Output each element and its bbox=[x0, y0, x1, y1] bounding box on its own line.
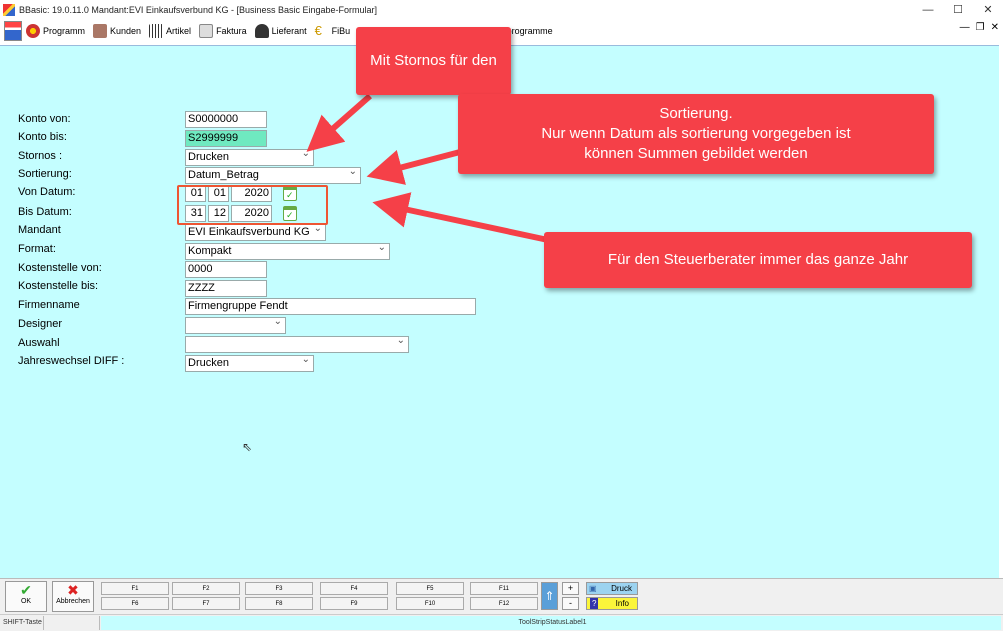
label-kst-bis: Kostenstelle bis: bbox=[18, 280, 99, 292]
konto-bis-input[interactable]: S2999999 bbox=[185, 130, 267, 147]
label-auswahl: Auswahl bbox=[18, 337, 60, 349]
menu-lieferant[interactable]: Lieferant bbox=[254, 23, 307, 38]
callout-stornos: Mit Stornos für den bbox=[356, 27, 511, 95]
callout-sortierung-line2: Nur wenn Datum als sortierung vorgegeben… bbox=[541, 124, 851, 142]
date-highlight-box bbox=[177, 185, 328, 225]
sortierung-select[interactable]: Datum_Betrag bbox=[185, 167, 361, 184]
callout-sortierung-line1: Sortierung. bbox=[659, 104, 733, 122]
callout-sortierung-line3: können Summen gebildet werden bbox=[584, 145, 808, 163]
mandant-select[interactable]: EVI Einkaufsverbund KG bbox=[185, 224, 326, 241]
label-konto-bis: Konto bis: bbox=[18, 131, 67, 143]
mdi-close-icon[interactable]: ✕ bbox=[991, 22, 999, 33]
kst-bis-input[interactable]: ZZZZ bbox=[185, 280, 267, 297]
minimize-icon[interactable]: — bbox=[913, 0, 943, 19]
euro-icon: € bbox=[314, 22, 322, 38]
ok-button[interactable]: ✔ OK bbox=[5, 581, 47, 612]
printer-icon: ▣ bbox=[589, 584, 597, 593]
scroll-up-icon[interactable]: ⇑ bbox=[541, 582, 558, 610]
info-label: Info bbox=[615, 599, 629, 608]
label-jahreswechsel: Jahreswechsel DIFF : bbox=[18, 355, 125, 367]
ok-label: OK bbox=[20, 598, 32, 605]
mouse-cursor-icon: ⇖ bbox=[242, 440, 253, 454]
f3-button[interactable]: F3 bbox=[245, 582, 313, 595]
label-stornos: Stornos : bbox=[18, 150, 63, 162]
kunden-icon bbox=[93, 23, 108, 38]
menu-artikel-label: Artikel bbox=[166, 25, 192, 36]
programm-icon bbox=[26, 23, 40, 38]
app-calendar-icon[interactable] bbox=[4, 20, 22, 41]
f5-button[interactable]: F5 bbox=[396, 582, 464, 595]
jahreswechsel-select[interactable]: Drucken bbox=[185, 355, 314, 372]
callout-jahr: Für den Steuerberater immer das ganze Ja… bbox=[544, 232, 972, 288]
window-controls: — ☐ ✕ bbox=[913, 0, 1003, 19]
label-format: Format: bbox=[18, 243, 56, 255]
info-button[interactable]: ? Info bbox=[586, 597, 638, 610]
menu-fibu-label: FiBu bbox=[331, 25, 351, 36]
label-sortierung: Sortierung: bbox=[18, 168, 72, 180]
f1-button[interactable]: F1 bbox=[101, 582, 169, 595]
designer-select[interactable] bbox=[185, 317, 286, 334]
menu-kunden-label: Kunden bbox=[110, 25, 142, 36]
auswahl-select[interactable] bbox=[185, 336, 409, 353]
cancel-x-icon: ✖ bbox=[67, 582, 79, 598]
menu-fibu[interactable]: € FiBu bbox=[314, 22, 351, 38]
f2-button[interactable]: F2 bbox=[172, 582, 240, 595]
status-empty bbox=[45, 616, 100, 630]
status-label1: ToolStripStatusLabel1 bbox=[101, 616, 1001, 630]
f10-button[interactable]: F10 bbox=[396, 597, 464, 610]
minus-button[interactable]: - bbox=[562, 597, 579, 610]
druck-button[interactable]: ▣ Druck bbox=[586, 582, 638, 595]
callout-jahr-text: Für den Steuerberater immer das ganze Ja… bbox=[607, 250, 909, 268]
label-designer: Designer bbox=[18, 318, 63, 330]
bottom-toolbar: ✔ OK ✖ Abbrechen F1 F2 F3 F4 F5 F11 F6 F… bbox=[0, 578, 1003, 614]
callout-stornos-text: Mit Stornos für den bbox=[370, 51, 497, 69]
menu-programm[interactable]: Programm bbox=[26, 23, 86, 38]
abbrechen-button[interactable]: ✖ Abbrechen bbox=[52, 581, 94, 612]
f9-button[interactable]: F9 bbox=[320, 597, 388, 610]
plus-button[interactable]: + bbox=[562, 582, 579, 595]
f12-button[interactable]: F12 bbox=[470, 597, 538, 610]
mdi-controls: — ❐ ✕ bbox=[960, 22, 999, 33]
status-shift: SHIFT-Taste bbox=[0, 616, 44, 630]
info-icon: ? bbox=[590, 598, 599, 609]
label-kst-von: Kostenstelle von: bbox=[18, 262, 102, 274]
label-firmenname: Firmenname bbox=[18, 299, 80, 311]
f11-button[interactable]: F11 bbox=[470, 582, 538, 595]
stornos-select[interactable]: Drucken bbox=[185, 149, 314, 166]
title-bar: BBasic: 19.0.11.0 Mandant:EVI Einkaufsve… bbox=[0, 0, 1003, 19]
format-select[interactable]: Kompakt bbox=[185, 243, 390, 260]
app-icon bbox=[3, 3, 15, 16]
callout-sortierung: Sortierung. Nur wenn Datum als sortierun… bbox=[458, 94, 934, 174]
abbrechen-label: Abbrechen bbox=[56, 598, 90, 605]
close-icon[interactable]: ✕ bbox=[973, 0, 1003, 19]
f4-button[interactable]: F4 bbox=[320, 582, 388, 595]
label-von-datum: Von Datum: bbox=[18, 186, 76, 198]
artikel-icon bbox=[149, 23, 164, 38]
menu-faktura-label: Faktura bbox=[216, 25, 247, 36]
f7-button[interactable]: F7 bbox=[172, 597, 240, 610]
maximize-icon[interactable]: ☐ bbox=[943, 0, 973, 19]
faktura-icon bbox=[199, 23, 214, 38]
menu-faktura[interactable]: Faktura bbox=[199, 23, 247, 38]
kst-von-input[interactable]: 0000 bbox=[185, 261, 267, 278]
mdi-restore-icon[interactable]: ❐ bbox=[976, 22, 985, 33]
mdi-minimize-icon[interactable]: — bbox=[960, 22, 970, 33]
lieferant-icon bbox=[254, 23, 269, 38]
menu-lieferant-label: Lieferant bbox=[271, 25, 307, 36]
label-bis-datum: Bis Datum: bbox=[18, 206, 72, 218]
label-konto-von: Konto von: bbox=[18, 113, 71, 125]
konto-von-input[interactable]: S0000000 bbox=[185, 111, 267, 128]
menu-programm-label: Programm bbox=[43, 25, 86, 36]
firmenname-input[interactable]: Firmengruppe Fendt bbox=[185, 298, 476, 315]
window-title: BBasic: 19.0.11.0 Mandant:EVI Einkaufsve… bbox=[19, 4, 378, 15]
f8-button[interactable]: F8 bbox=[245, 597, 313, 610]
check-icon: ✔ bbox=[20, 582, 32, 598]
menu-kunden[interactable]: Kunden bbox=[93, 23, 142, 38]
f6-button[interactable]: F6 bbox=[101, 597, 169, 610]
druck-label: Druck bbox=[611, 584, 632, 593]
menu-artikel[interactable]: Artikel bbox=[149, 23, 192, 38]
label-mandant: Mandant bbox=[18, 224, 61, 236]
status-bar: SHIFT-Taste ToolStripStatusLabel1 bbox=[0, 614, 1003, 631]
